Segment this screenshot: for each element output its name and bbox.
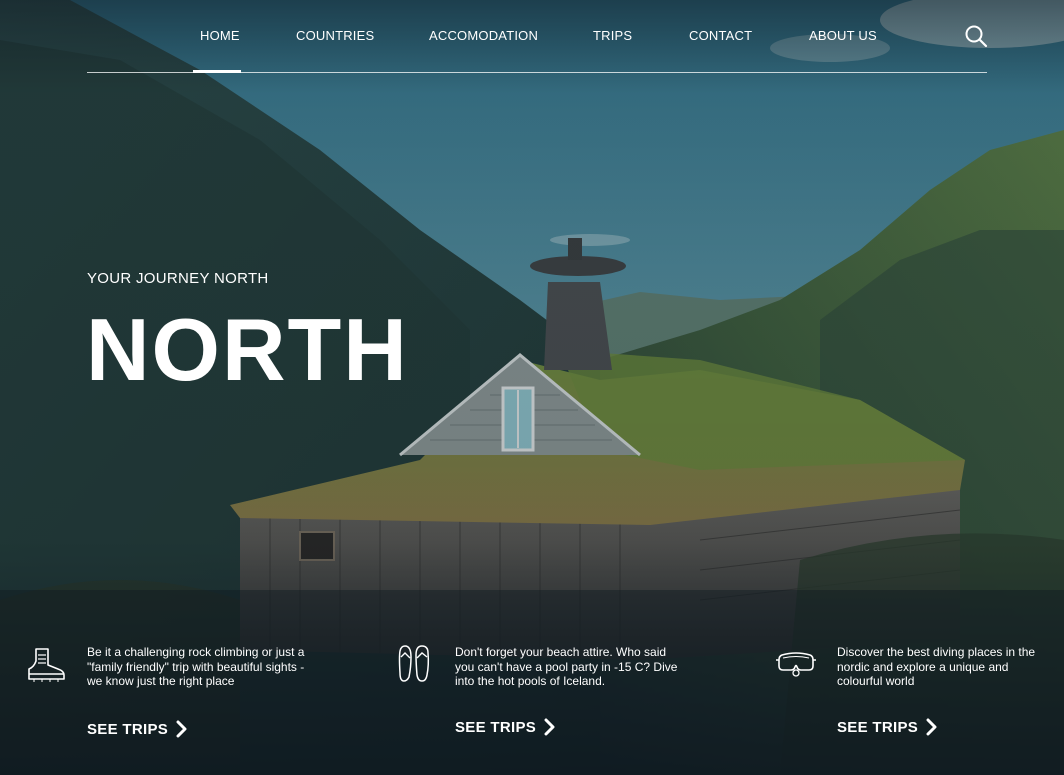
nav-active-indicator bbox=[193, 70, 241, 73]
feature-description: Be it a challenging rock climbing or jus… bbox=[87, 645, 305, 688]
nav-item-accomodation[interactable]: ACCOMODATION bbox=[429, 28, 538, 44]
nav-item-trips[interactable]: TRIPS bbox=[593, 28, 632, 44]
feature-description: Discover the best diving places in the n… bbox=[837, 645, 1036, 688]
see-trips-button-diving[interactable]: SEE TRIPS bbox=[837, 718, 938, 736]
hero-title: NORTH bbox=[86, 300, 409, 399]
diving-mask-icon bbox=[775, 648, 819, 688]
chevron-right-icon bbox=[176, 720, 187, 738]
see-trips-label: SEE TRIPS bbox=[87, 720, 169, 738]
search-button[interactable] bbox=[962, 22, 990, 50]
nav-item-contact[interactable]: CONTACT bbox=[689, 28, 752, 44]
see-trips-button-climbing[interactable]: SEE TRIPS bbox=[87, 720, 188, 738]
hiking-boot-icon bbox=[26, 645, 70, 685]
nav-item-countries[interactable]: COUNTRIES bbox=[296, 28, 374, 44]
flip-flops-icon bbox=[396, 643, 440, 683]
main-navigation: HOME COUNTRIES ACCOMODATION TRIPS CONTAC… bbox=[0, 0, 1064, 74]
chevron-right-icon bbox=[544, 718, 555, 736]
chevron-right-icon bbox=[926, 718, 937, 736]
feature-description: Don't forget your beach attire. Who said… bbox=[455, 645, 678, 688]
see-trips-label: SEE TRIPS bbox=[455, 718, 537, 736]
search-icon bbox=[965, 25, 988, 48]
see-trips-label: SEE TRIPS bbox=[837, 718, 919, 736]
hero-eyebrow: YOUR JOURNEY NORTH bbox=[87, 270, 269, 287]
nav-item-about-us[interactable]: ABOUT US bbox=[809, 28, 877, 44]
nav-item-home[interactable]: HOME bbox=[200, 28, 240, 44]
see-trips-button-beach[interactable]: SEE TRIPS bbox=[455, 718, 556, 736]
